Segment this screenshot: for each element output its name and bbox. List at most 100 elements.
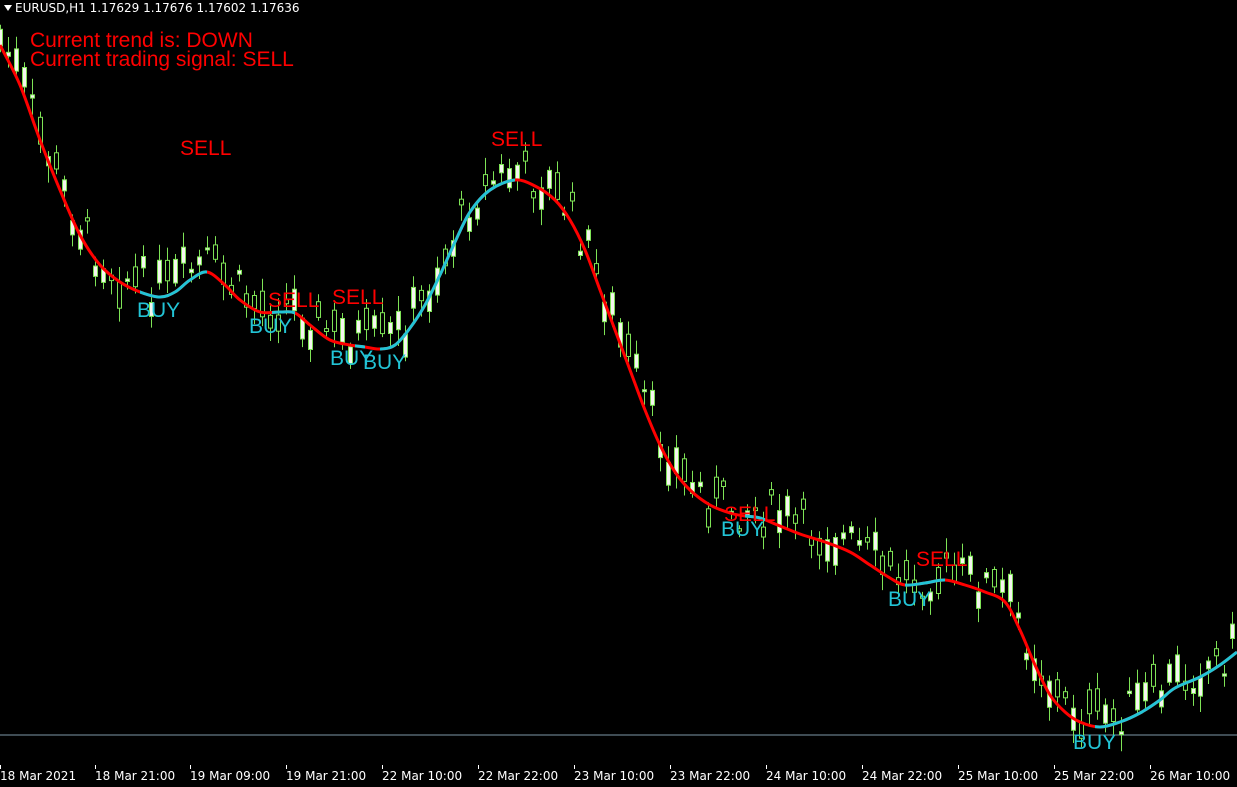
candle-body: [849, 526, 854, 534]
candle-body: [984, 572, 989, 579]
candle-body: [491, 180, 496, 185]
candle-body: [93, 265, 98, 277]
candle-body: [411, 286, 416, 309]
buy-signal-label: BUY: [888, 588, 931, 611]
candle-body: [133, 266, 138, 288]
candle-body: [419, 289, 424, 302]
candle-body: [769, 489, 774, 496]
time-tick: [382, 765, 383, 769]
candle-body: [117, 281, 122, 309]
time-tick: [574, 765, 575, 769]
candle-body: [1063, 691, 1068, 699]
time-tick: [958, 765, 959, 769]
candle-body: [1095, 688, 1100, 712]
candle-body: [197, 256, 202, 266]
candle-body: [626, 333, 631, 358]
candle-body: [189, 268, 194, 274]
time-tick: [862, 765, 863, 769]
candle-body: [833, 537, 838, 566]
candle-body: [785, 495, 790, 517]
sell-signal-label: SELL: [268, 289, 319, 312]
time-tick: [286, 765, 287, 769]
candlestick-plot[interactable]: SELLBUY SELLBUYSELLBUYBUYSELLBUYSELLBUYSE…: [0, 0, 1237, 765]
buy-signal-label: BUY: [363, 351, 406, 374]
candle-body: [475, 207, 480, 220]
candle-body: [888, 550, 893, 567]
candle-body: [682, 458, 687, 482]
candle-body: [396, 310, 401, 331]
candle-body: [1198, 676, 1203, 697]
candle-body: [22, 67, 27, 88]
candle-body: [372, 315, 377, 329]
candle-body: [165, 259, 170, 282]
candle-body: [634, 353, 639, 369]
candle-body: [642, 389, 647, 393]
candle-body: [0, 28, 3, 47]
price-chart[interactable]: SELL BUY SELL BUY SELL BUY BUY SELL BUY SELL BUY SE…: [0, 0, 1237, 787]
candle-body: [1191, 688, 1196, 694]
sell-signal-label: SELL: [916, 548, 967, 571]
candle-body: [531, 191, 536, 199]
candle-body: [523, 150, 528, 162]
time-label: 22 Mar 10:00: [382, 769, 463, 783]
time-label: 24 Mar 10:00: [766, 769, 847, 783]
candle-body: [157, 259, 162, 284]
sell-signal-label: SELL: [180, 137, 231, 160]
candle-body: [1024, 652, 1029, 661]
candle-body: [467, 217, 472, 232]
sell-signal-label: SELL: [724, 503, 775, 526]
candle-body: [578, 250, 583, 256]
candle-body: [698, 481, 703, 488]
candle-body: [1087, 689, 1092, 715]
candle-body: [1119, 731, 1124, 736]
candle-body: [865, 537, 870, 543]
time-label: 22 Mar 22:00: [478, 769, 559, 783]
candle-body: [85, 217, 90, 222]
candle-body: [706, 508, 711, 528]
candle-body: [857, 540, 862, 546]
candle-body: [1135, 682, 1140, 711]
candle-body: [1167, 663, 1172, 683]
candle-body: [1206, 660, 1211, 670]
candle-body: [1103, 704, 1108, 724]
time-tick: [1054, 765, 1055, 769]
candle-body: [507, 168, 512, 189]
candle-body: [555, 172, 560, 200]
candle-body: [380, 312, 385, 335]
candle-body: [992, 569, 997, 588]
buy-signal-label: BUY: [249, 315, 292, 338]
time-tick: [190, 765, 191, 769]
candle-body: [1143, 682, 1148, 702]
dropdown-triangle-icon[interactable]: [4, 5, 12, 11]
candle-body: [252, 295, 257, 309]
candle-body: [1055, 679, 1060, 698]
candle-body: [181, 246, 186, 264]
time-tick: [1150, 765, 1151, 769]
candle-body: [610, 292, 615, 316]
time-label: 19 Mar 21:00: [286, 769, 367, 783]
candle-body: [125, 278, 130, 282]
symbol-quote: EURUSD,H1 1.17629 1.17676 1.17602 1.1763…: [15, 1, 300, 15]
candle-body: [904, 560, 909, 581]
time-label: 19 Mar 09:00: [190, 769, 271, 783]
candle-body: [793, 514, 798, 524]
candle-body: [483, 174, 488, 187]
time-label: 24 Mar 22:00: [862, 769, 943, 783]
candle-body: [141, 256, 146, 269]
time-tick: [95, 765, 96, 769]
candle-body: [324, 328, 329, 333]
candle-body: [801, 498, 806, 510]
time-label: 23 Mar 10:00: [574, 769, 655, 783]
candle-body: [340, 318, 345, 343]
time-label: 26 Mar 10:00: [1150, 769, 1231, 783]
candle-body: [714, 476, 719, 499]
signal-status: Current trading signal: SELL: [30, 48, 294, 71]
candle-body: [205, 247, 210, 251]
candle-body: [14, 48, 19, 72]
candle-body: [1151, 663, 1156, 687]
time-tick: [670, 765, 671, 769]
candle-body: [356, 319, 361, 334]
candle-body: [1008, 573, 1013, 603]
candle-body: [570, 191, 575, 202]
candle-body: [1214, 648, 1219, 657]
